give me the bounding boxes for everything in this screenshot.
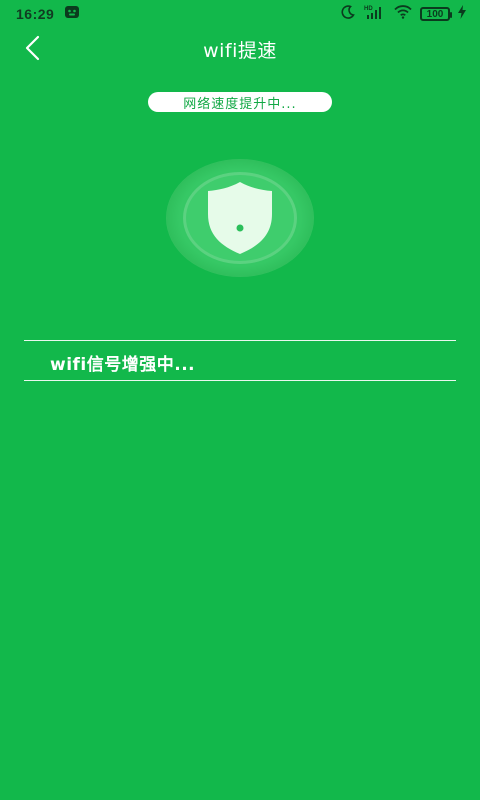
divider-bottom xyxy=(24,380,456,381)
status-left: 16:29 xyxy=(16,4,80,24)
status-time: 16:29 xyxy=(16,6,55,22)
wifi-boost-screen: 16:29 HD 100 wifi提速 网络速度提升中... wifi信号增强中… xyxy=(0,0,480,800)
moon-icon xyxy=(340,4,356,24)
shield-ring xyxy=(166,159,314,277)
shield-icon xyxy=(208,182,272,254)
signal-icon: HD xyxy=(364,4,386,24)
shield-badge xyxy=(186,175,294,261)
notification-app-icon xyxy=(64,4,80,24)
progress-label: 网络速度提升中... xyxy=(183,96,297,112)
divider-top xyxy=(24,340,456,341)
battery-level: 100 xyxy=(426,8,444,20)
wifi-icon xyxy=(394,5,412,23)
progress-pill: 网络速度提升中... xyxy=(148,92,332,112)
page-title: wifi提速 xyxy=(203,40,277,62)
charging-icon xyxy=(458,5,466,23)
status-bar: 16:29 HD 100 xyxy=(0,0,480,28)
signal-status-text: wifi信号增强中... xyxy=(50,355,196,375)
status-right: HD 100 xyxy=(340,4,466,24)
svg-text:HD: HD xyxy=(364,6,373,12)
battery-icon: 100 xyxy=(420,7,452,21)
nav-bar: wifi提速 xyxy=(0,28,480,68)
